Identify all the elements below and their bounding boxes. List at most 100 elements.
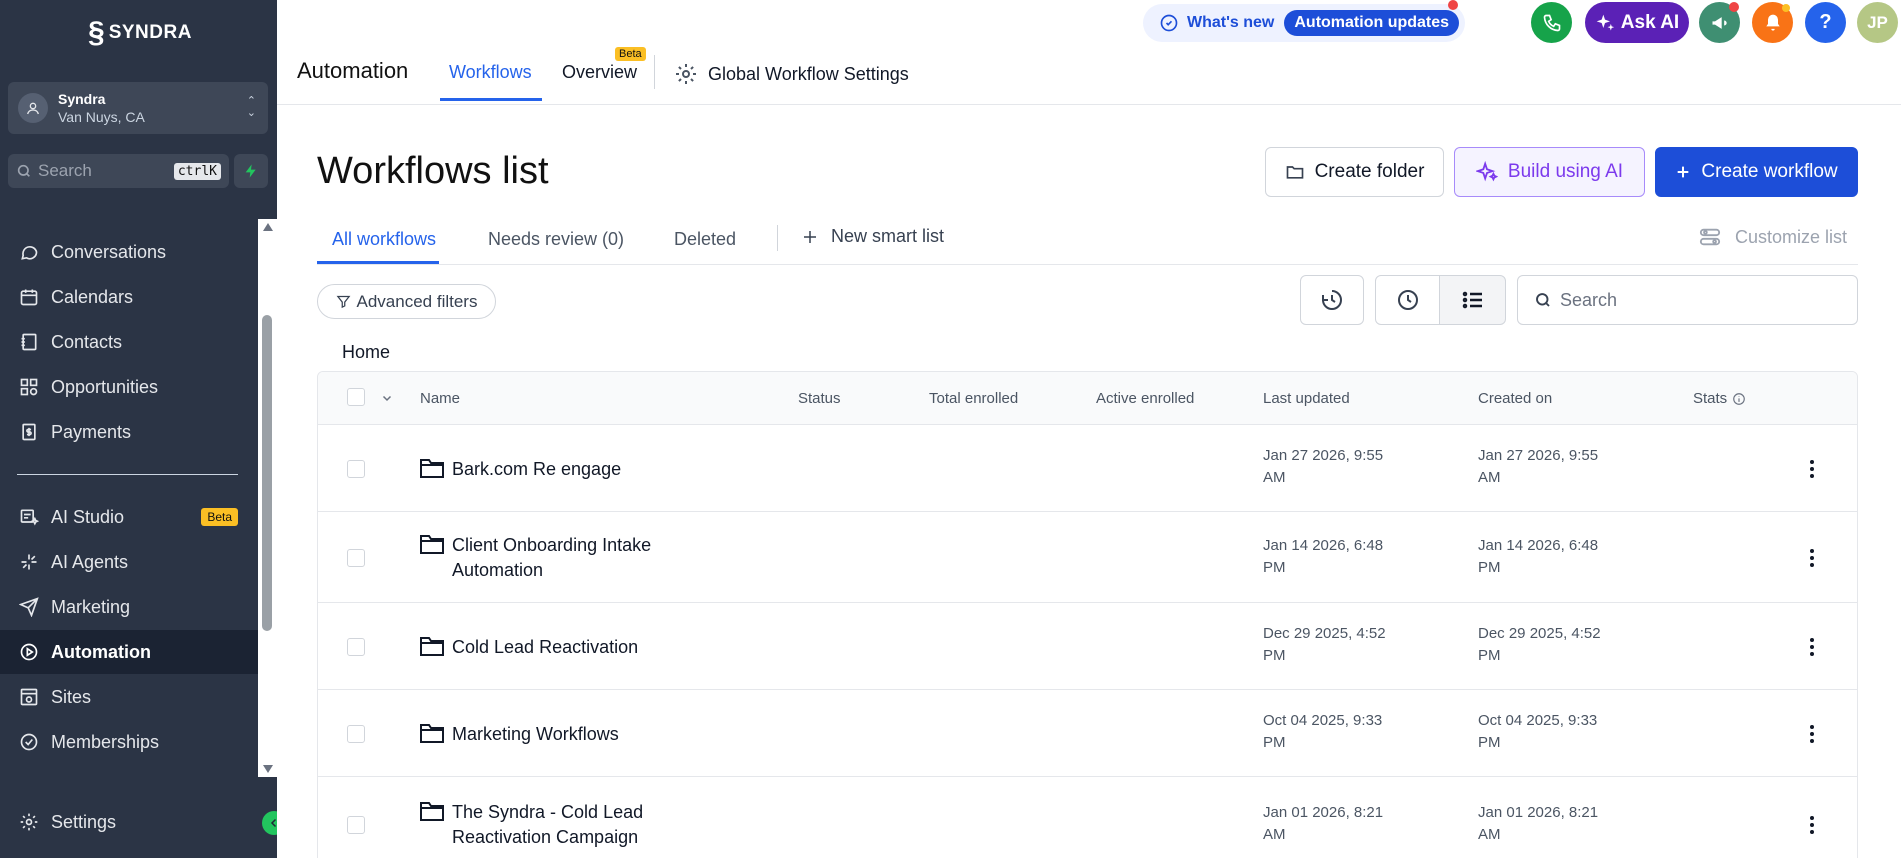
- row-checkbox[interactable]: [347, 549, 365, 567]
- row-name[interactable]: Client Onboarding Intake Automation: [452, 533, 692, 583]
- page-section-title: Automation: [297, 58, 409, 83]
- scroll-down-arrow-icon[interactable]: [263, 765, 273, 773]
- row-checkbox[interactable]: [347, 638, 365, 656]
- scrollbar-thumb[interactable]: [262, 315, 272, 631]
- ask-ai-button[interactable]: Ask AI: [1585, 2, 1689, 43]
- list-view-button[interactable]: [1439, 275, 1506, 325]
- column-active-enrolled[interactable]: Active enrolled: [1096, 390, 1194, 407]
- user-avatar[interactable]: JP: [1857, 2, 1898, 43]
- row-more-icon[interactable]: [1806, 725, 1818, 743]
- subtab-all-workflows[interactable]: All workflows: [332, 229, 436, 250]
- row-more-icon[interactable]: [1806, 460, 1818, 478]
- row-checkbox[interactable]: [347, 460, 365, 478]
- advanced-filters-button[interactable]: Advanced filters: [317, 284, 496, 319]
- column-status[interactable]: Status: [798, 390, 841, 407]
- row-checkbox[interactable]: [347, 816, 365, 834]
- row-checkbox[interactable]: [347, 725, 365, 743]
- whats-new-pill[interactable]: What's new Automation updates: [1143, 4, 1465, 42]
- gear-icon: [17, 810, 41, 834]
- create-folder-label: Create folder: [1314, 161, 1425, 182]
- select-all-checkbox[interactable]: [347, 388, 365, 406]
- new-smart-list-button[interactable]: New smart list: [801, 226, 944, 247]
- sparkle-icon: [17, 550, 41, 574]
- row-more-icon[interactable]: [1806, 549, 1818, 567]
- column-total-enrolled[interactable]: Total enrolled: [929, 390, 1018, 407]
- dollar-doc-icon: [17, 420, 41, 444]
- row-more-icon[interactable]: [1806, 638, 1818, 656]
- build-using-ai-button[interactable]: Build using AI: [1454, 147, 1645, 197]
- recent-view-button[interactable]: [1375, 275, 1440, 325]
- row-name[interactable]: The Syndra - Cold Lead Reactivation Camp…: [452, 800, 692, 850]
- table-row[interactable]: Bark.com Re engage Jan 27 2026, 9:55 AM …: [318, 426, 1857, 512]
- row-name[interactable]: Marketing Workflows: [452, 722, 692, 747]
- help-button[interactable]: ?: [1805, 2, 1846, 43]
- build-ai-label: Build using AI: [1507, 161, 1624, 182]
- workflow-search-input[interactable]: [1560, 289, 1840, 311]
- row-name[interactable]: Bark.com Re engage: [452, 457, 692, 482]
- tab-overview[interactable]: Overview: [562, 62, 637, 83]
- page-title: Workflows list: [317, 150, 549, 192]
- sidebar-item-label: Calendars: [51, 286, 134, 307]
- row-last-updated: Dec 29 2025, 4:52 PM: [1263, 625, 1386, 664]
- column-name[interactable]: Name: [420, 390, 460, 407]
- logo[interactable]: § SYNDRA: [88, 18, 192, 48]
- sidebar-item-memberships[interactable]: Memberships: [0, 720, 258, 764]
- column-last-updated[interactable]: Last updated: [1263, 390, 1350, 407]
- sparkle-icon: [1596, 14, 1614, 30]
- sidebar-item-marketing[interactable]: Marketing: [0, 585, 258, 629]
- sidebar-search[interactable]: Search ctrlK: [8, 154, 229, 188]
- sidebar-item-label: Marketing: [51, 596, 131, 617]
- chevron-updown-icon: ⌃ ⌄: [246, 95, 256, 119]
- sidebar-item-conversations[interactable]: Conversations: [0, 230, 258, 274]
- automation-updates-pill[interactable]: Automation updates: [1284, 10, 1460, 36]
- table-row[interactable]: The Syndra - Cold Lead Reactivation Camp…: [318, 778, 1857, 858]
- announcements-notification-dot: [1729, 2, 1739, 12]
- sidebar-item-label: Settings: [51, 811, 117, 832]
- scroll-up-arrow-icon[interactable]: [263, 223, 273, 231]
- table-row[interactable]: Marketing Workflows Oct 04 2025, 9:33 PM…: [318, 691, 1857, 777]
- row-name[interactable]: Cold Lead Reactivation: [452, 635, 692, 660]
- account-name: Syndra: [58, 91, 106, 107]
- row-last-updated: Jan 01 2026, 8:21 AM: [1263, 804, 1384, 843]
- quick-action-button[interactable]: [234, 154, 268, 188]
- filter-icon: [336, 295, 350, 309]
- folder-icon: [420, 535, 444, 554]
- history-button[interactable]: [1300, 275, 1364, 325]
- phone-button[interactable]: [1531, 2, 1572, 43]
- sidebar-item-ai-studio[interactable]: AI Studio Beta: [0, 495, 258, 539]
- chevron-down-icon[interactable]: [381, 392, 393, 404]
- subtab-deleted[interactable]: Deleted: [674, 229, 736, 250]
- column-stats[interactable]: Stats: [1693, 390, 1746, 407]
- workflow-search[interactable]: [1517, 275, 1858, 325]
- customize-list-button[interactable]: Customize list: [1699, 226, 1847, 248]
- create-workflow-button[interactable]: Create workflow: [1655, 147, 1858, 197]
- breadcrumb[interactable]: Home: [342, 342, 390, 363]
- create-folder-button[interactable]: Create folder: [1265, 147, 1444, 197]
- sidebar-item-ai-agents[interactable]: AI Agents: [0, 540, 258, 584]
- subtab-needs-review[interactable]: Needs review (0): [488, 229, 624, 250]
- folder-icon: [420, 637, 444, 656]
- ai-studio-icon: [17, 505, 41, 529]
- global-workflow-settings-link[interactable]: Global Workflow Settings: [674, 62, 909, 86]
- sidebar-item-contacts[interactable]: Contacts: [0, 320, 258, 364]
- location-icon: [18, 93, 48, 123]
- table-row[interactable]: Cold Lead Reactivation Dec 29 2025, 4:52…: [318, 604, 1857, 690]
- main-content: Workflows list Create folder Build using…: [277, 106, 1901, 858]
- sidebar-item-payments[interactable]: Payments: [0, 410, 258, 454]
- whats-new-notification-dot: [1448, 0, 1458, 10]
- sidebar-item-label: Sites: [51, 686, 92, 707]
- account-switcher[interactable]: Syndra Van Nuys, CA ⌃ ⌄: [8, 82, 268, 134]
- sidebar-item-opportunities[interactable]: Opportunities: [0, 365, 258, 409]
- sidebar-item-sites[interactable]: Sites: [0, 675, 258, 719]
- sidebar-item-calendars[interactable]: Calendars: [0, 275, 258, 319]
- active-tab-indicator: [440, 98, 542, 101]
- info-icon[interactable]: [1732, 392, 1746, 406]
- sidebar-divider: [17, 474, 238, 475]
- sidebar-item-automation[interactable]: Automation: [0, 630, 258, 674]
- tab-workflows[interactable]: Workflows: [449, 62, 532, 83]
- sidebar-scrollbar[interactable]: [258, 219, 277, 777]
- sidebar-item-settings[interactable]: Settings: [0, 800, 258, 844]
- row-more-icon[interactable]: [1806, 816, 1818, 834]
- column-created-on[interactable]: Created on: [1478, 390, 1552, 407]
- table-row[interactable]: Client Onboarding Intake Automation Jan …: [318, 513, 1857, 603]
